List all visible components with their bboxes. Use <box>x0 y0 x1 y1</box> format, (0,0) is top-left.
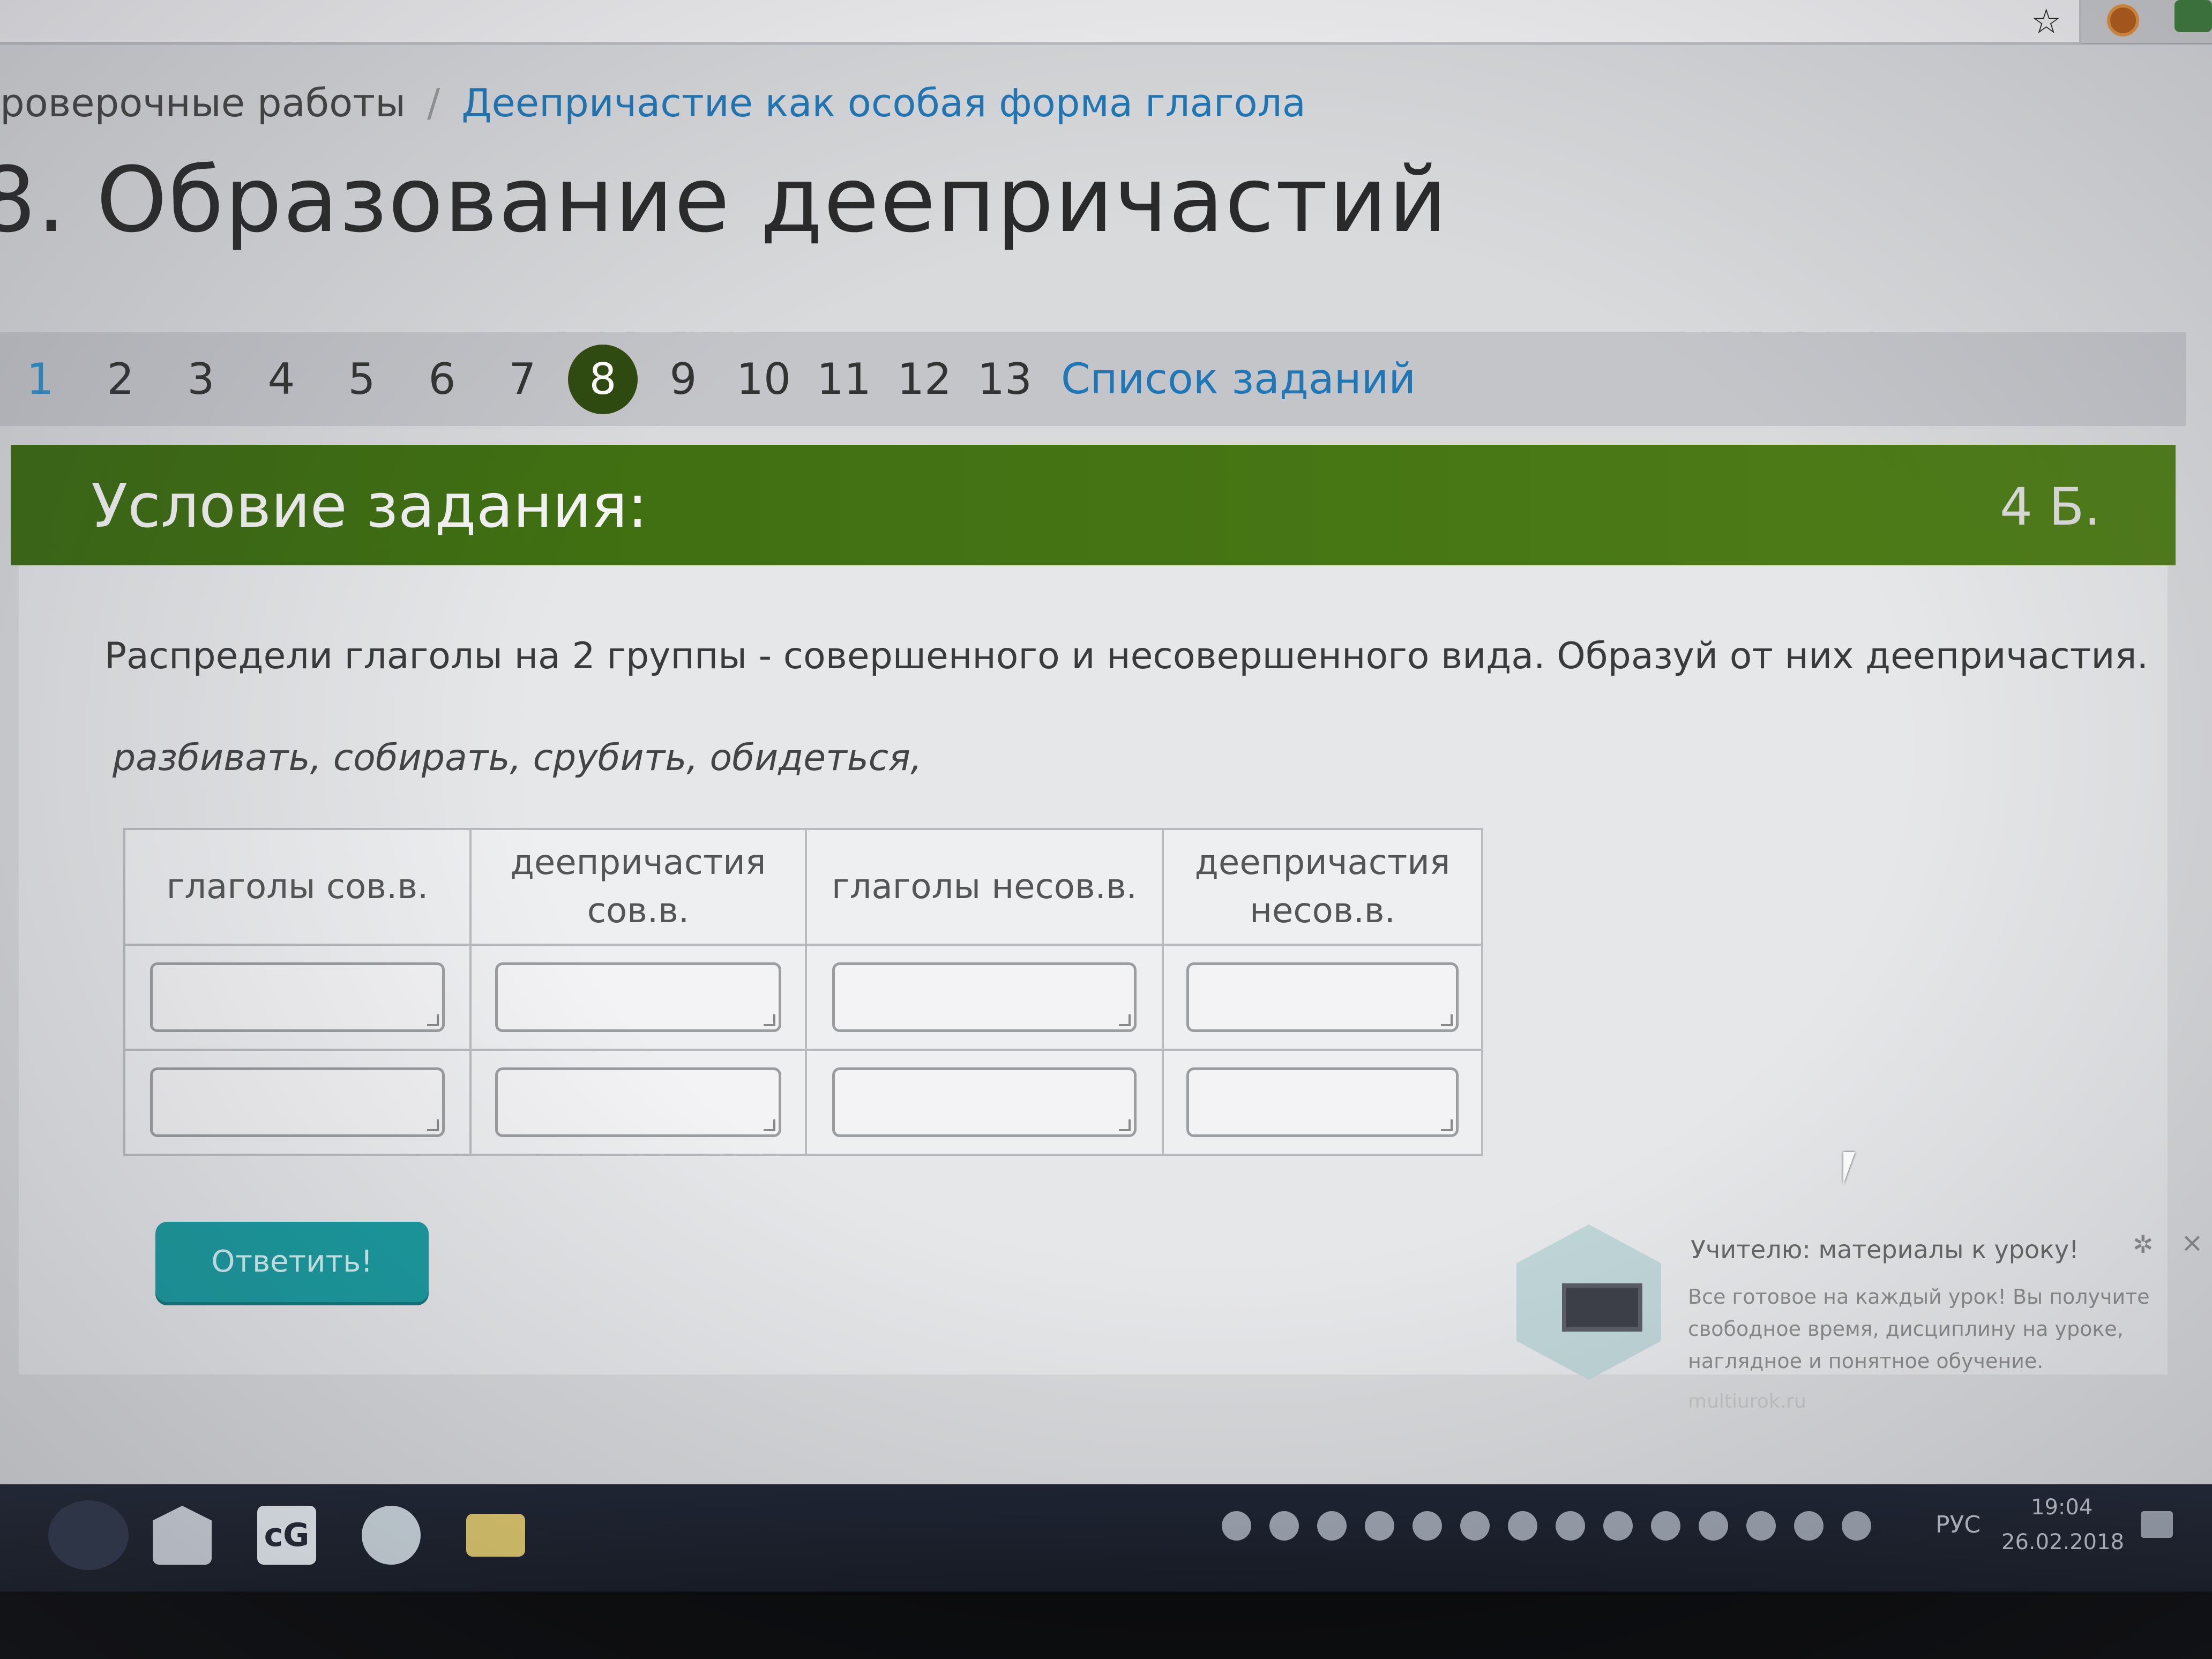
answer-input[interactable] <box>495 1067 781 1137</box>
table-cell <box>469 1049 807 1156</box>
answer-input[interactable] <box>832 1067 1137 1137</box>
answer-input[interactable] <box>1186 962 1459 1032</box>
table-cell <box>805 944 1164 1051</box>
resize-handle-icon[interactable] <box>427 1014 439 1026</box>
resize-handle-icon[interactable] <box>763 1119 775 1131</box>
column-header-imperfective-participles: деепричастия несов.в. <box>1162 828 1483 946</box>
display-icon[interactable] <box>1365 1511 1394 1541</box>
table-row <box>123 944 1483 1051</box>
tray-app-icon[interactable] <box>1556 1511 1585 1541</box>
breadcrumb-parent-link[interactable]: роверочные работы <box>0 80 406 125</box>
resize-handle-icon[interactable] <box>1440 1014 1453 1026</box>
breadcrumb-current-link[interactable]: Деепричастие как особая форма глагола <box>461 80 1306 125</box>
task-link-7[interactable]: 7 <box>482 354 563 404</box>
extension-icon[interactable] <box>2107 4 2139 36</box>
clock-time[interactable]: 19:04 <box>2031 1495 2093 1520</box>
points-label: 4 Б. <box>2000 477 2101 537</box>
task-link-9[interactable]: 9 <box>643 354 723 404</box>
volume-icon[interactable] <box>1794 1511 1824 1541</box>
bookmark-star-icon[interactable]: ☆ <box>2031 2 2061 42</box>
resize-handle-icon[interactable] <box>1440 1119 1453 1131</box>
verb-list: разбивать, собирать, срубить, обидеться, <box>113 737 922 779</box>
ad-hexagon-icon <box>1516 1224 1661 1380</box>
table-row <box>123 1049 1483 1156</box>
table-cell <box>123 944 472 1051</box>
task-link-3[interactable]: 3 <box>161 354 241 404</box>
task-link-1[interactable]: 1 <box>0 354 80 404</box>
answer-input[interactable] <box>832 962 1137 1032</box>
task-link-8-current[interactable]: 8 <box>568 344 638 414</box>
resize-handle-icon[interactable] <box>763 1014 775 1026</box>
resize-handle-icon[interactable] <box>1118 1014 1131 1026</box>
clock-date[interactable]: 26.02.2018 <box>2001 1530 2124 1555</box>
network-icon[interactable] <box>1460 1511 1490 1541</box>
task-list-link[interactable]: Список заданий <box>1061 355 1416 403</box>
tray-app-icon[interactable] <box>1842 1511 1871 1541</box>
task-link-2[interactable]: 2 <box>80 354 161 404</box>
ad-source[interactable]: multiurok.ru <box>1688 1391 1806 1413</box>
column-header-imperfective-verbs: глаголы несов.в. <box>805 828 1164 946</box>
task-link-12[interactable]: 12 <box>884 354 965 404</box>
extension-icon-2[interactable] <box>2174 0 2212 32</box>
close-icon[interactable]: × <box>2181 1227 2203 1258</box>
ad-title[interactable]: Учителю: материалы к уроку! <box>1691 1235 2079 1264</box>
speaker-icon[interactable] <box>1413 1511 1442 1541</box>
task-instruction: Распредели глаголы на 2 группы - соверше… <box>104 635 2149 677</box>
notification-center-icon[interactable] <box>2141 1511 2173 1538</box>
ad-text: Все готовое на каждый урок! Вы получите … <box>1688 1285 2150 1373</box>
start-button-icon[interactable] <box>48 1500 129 1570</box>
tray-app-icon[interactable] <box>1317 1511 1347 1541</box>
breadcrumb-separator: / <box>427 80 440 125</box>
task-link-6[interactable]: 6 <box>402 354 482 404</box>
task-navigation: 1 2 3 4 5 6 7 8 9 10 11 12 13 Список зад… <box>0 332 2186 426</box>
ad-panel[interactable]: Учителю: материалы к уроку! Все готовое … <box>1490 1208 2212 1449</box>
answer-input[interactable] <box>150 962 445 1032</box>
submit-button[interactable]: Ответить! <box>155 1222 429 1302</box>
task-link-11[interactable]: 11 <box>804 354 884 404</box>
mouse-cursor-icon <box>1843 1152 1855 1184</box>
table-cell <box>469 944 807 1051</box>
monitor-bezel <box>0 1591 2212 1659</box>
taskbar: cG РУС 19:04 26.02.2018 <box>0 1484 2212 1591</box>
system-tray <box>1222 1511 1871 1541</box>
page-title: 8. Образование деепричастий <box>0 147 1448 252</box>
gear-icon[interactable]: ✲ <box>2133 1230 2154 1259</box>
tray-app-icon[interactable] <box>1269 1511 1299 1541</box>
condition-header: Условие задания: 4 Б. <box>11 445 2176 565</box>
browser-icon[interactable] <box>362 1506 421 1565</box>
game-app-icon[interactable]: cG <box>257 1506 316 1565</box>
keyboard-icon[interactable] <box>1746 1511 1776 1541</box>
table-cell <box>1162 944 1483 1051</box>
answer-input[interactable] <box>495 962 781 1032</box>
mail-icon[interactable] <box>153 1506 212 1565</box>
breadcrumb: роверочные работы / Деепричастие как особа… <box>0 80 1306 125</box>
tray-app-icon[interactable] <box>1699 1511 1728 1541</box>
answer-table: глаголы сов.в. деепричастия сов.в. глаго… <box>123 828 1483 1156</box>
resize-handle-icon[interactable] <box>1118 1119 1131 1131</box>
resize-handle-icon[interactable] <box>427 1119 439 1131</box>
tray-app-icon[interactable] <box>1651 1511 1680 1541</box>
task-link-5[interactable]: 5 <box>322 354 402 404</box>
browser-toolbar: ☆ <box>0 0 2212 44</box>
column-header-perfective-verbs: глаголы сов.в. <box>123 828 472 946</box>
task-link-13[interactable]: 13 <box>965 354 1045 404</box>
table-cell <box>123 1049 472 1156</box>
condition-title: Условие задания: <box>91 472 648 541</box>
table-header-row: глаголы сов.в. деепричастия сов.в. глаго… <box>123 828 1483 946</box>
tray-app-icon[interactable] <box>1508 1511 1537 1541</box>
laptop-icon <box>1562 1283 1642 1332</box>
task-link-4[interactable]: 4 <box>241 354 322 404</box>
people-icon[interactable] <box>1222 1511 1251 1541</box>
language-indicator[interactable]: РУС <box>1935 1511 1981 1538</box>
task-link-10[interactable]: 10 <box>723 354 804 404</box>
table-cell <box>805 1049 1164 1156</box>
address-bar[interactable] <box>0 0 2081 44</box>
column-header-perfective-participles: деепричастия сов.в. <box>469 828 807 946</box>
answer-input[interactable] <box>1186 1067 1459 1137</box>
folder-icon[interactable] <box>466 1514 525 1557</box>
answer-input[interactable] <box>150 1067 445 1137</box>
tray-app-icon[interactable] <box>1603 1511 1633 1541</box>
table-cell <box>1162 1049 1483 1156</box>
